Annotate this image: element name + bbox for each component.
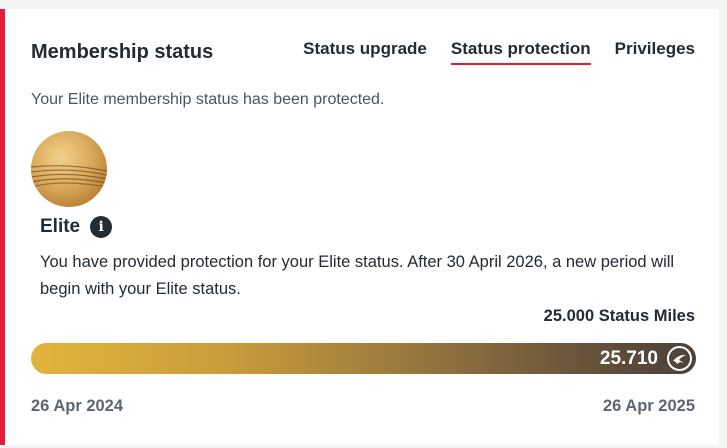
protection-description: You have provided protection for your El… <box>40 253 675 298</box>
status-miles-target: 25.000 Status Miles <box>543 307 695 325</box>
airline-logo-icon <box>667 346 692 371</box>
protected-message: Your Elite membership status has been pr… <box>31 91 385 108</box>
status-miles-progress-bar: 25.710 <box>31 343 696 374</box>
tab-privileges[interactable]: Privileges <box>615 39 695 65</box>
period-start-date: 26 Apr 2024 <box>31 397 124 415</box>
elite-badge-icon <box>31 131 107 207</box>
membership-status-card: Membership status Status upgrade Status … <box>0 9 719 445</box>
level-name: Elite <box>40 216 81 237</box>
level-row: Elite i <box>40 216 113 238</box>
card-header: Membership status Status upgrade Status … <box>31 39 695 65</box>
card-title: Membership status <box>31 40 214 63</box>
tab-status-upgrade[interactable]: Status upgrade <box>303 39 427 65</box>
period-end-date: 26 Apr 2025 <box>602 397 695 415</box>
status-tabs: Status upgrade Status protection Privile… <box>303 39 695 65</box>
status-miles-current: 25.710 <box>599 348 658 369</box>
tab-status-protection[interactable]: Status protection <box>450 39 591 65</box>
info-icon[interactable]: i <box>90 216 113 238</box>
